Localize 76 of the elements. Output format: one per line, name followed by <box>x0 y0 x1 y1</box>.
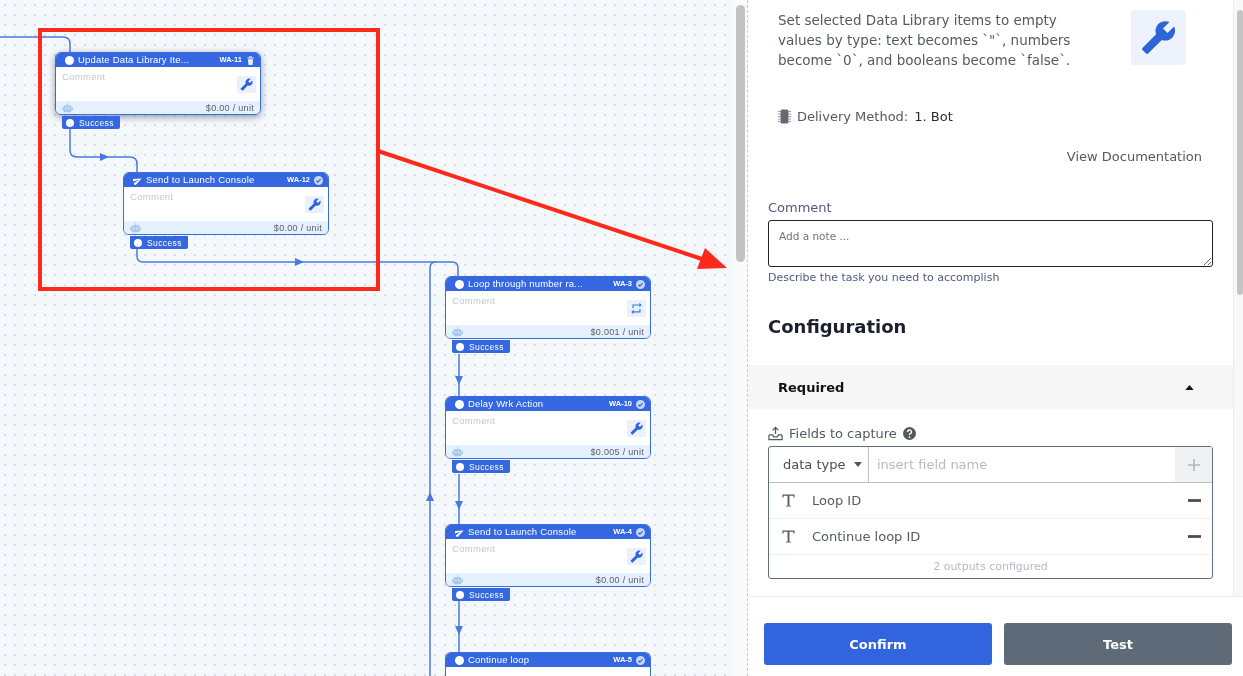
caret-down-icon <box>854 462 862 467</box>
output-port[interactable]: Success <box>452 588 510 601</box>
check-circle-icon <box>636 655 645 665</box>
output-port[interactable]: Success <box>130 236 188 249</box>
node-price: $0.00 / unit <box>595 574 644 585</box>
scrollbar-thumb[interactable] <box>1237 10 1243 295</box>
connector <box>69 128 138 173</box>
circle-icon <box>456 342 464 351</box>
field-name: Loop ID <box>812 493 863 508</box>
delivery-label: Delivery Method: <box>797 108 909 124</box>
circle-icon <box>456 590 464 599</box>
output-port[interactable]: Success <box>452 340 510 353</box>
repeat-icon <box>627 299 646 317</box>
circle-icon <box>455 279 464 289</box>
check-circle-icon <box>314 175 323 185</box>
connector <box>455 473 463 525</box>
wrench-icon <box>627 419 646 437</box>
circle-icon <box>66 118 74 127</box>
wrench-icon <box>627 547 646 565</box>
text-type-icon <box>782 530 795 543</box>
fields-summary: 2 outputs configured <box>932 559 1049 575</box>
output-port[interactable]: Success <box>62 116 120 129</box>
field-name: Continue loop ID <box>812 529 922 544</box>
wrench-icon <box>305 195 324 213</box>
node-price: $0.001 / unit <box>590 326 644 337</box>
minus-icon <box>1188 499 1201 502</box>
documentation-link[interactable]: View Documentation <box>1066 148 1202 164</box>
robot-icon <box>452 574 463 585</box>
circle-icon <box>456 462 464 471</box>
connector <box>0 36 71 53</box>
node-title: Send to Launch Console <box>468 525 578 539</box>
action-description: Set selected Data Library items to empty values by type: text becomes `"`, numbers become `0`, and booleans become `false`. <box>778 11 1072 70</box>
comment-input[interactable]: Add a note ... <box>768 220 1213 267</box>
action-button[interactable]: Test <box>1004 623 1232 665</box>
comment-label: Comment <box>768 200 833 216</box>
node-title: Continue loop <box>468 653 531 667</box>
trash-icon[interactable] <box>246 55 255 65</box>
add-field-button[interactable] <box>1175 447 1212 482</box>
connector <box>455 353 463 397</box>
remove-field-button[interactable] <box>1188 535 1201 538</box>
node-title: Loop through number ra... <box>468 277 584 291</box>
robot-icon <box>62 102 73 113</box>
remove-field-button[interactable] <box>1188 499 1201 502</box>
wrench-icon <box>237 75 256 93</box>
minus-icon <box>1188 535 1201 538</box>
check-circle-icon <box>636 279 645 289</box>
fields-label: Fields to capture <box>789 425 897 441</box>
comment-hint: Describe the task you need to accomplish <box>768 271 1001 285</box>
circle-icon <box>134 238 142 247</box>
node-title: Delay Wrk Action <box>468 397 545 411</box>
section-heading: Configuration <box>768 315 908 339</box>
circle-icon <box>455 655 464 665</box>
action-button[interactable]: Confirm <box>764 623 992 665</box>
robot-icon <box>452 446 463 457</box>
check-circle-icon <box>636 399 645 409</box>
help-icon[interactable] <box>902 426 916 440</box>
plus-icon <box>1187 458 1200 471</box>
check-circle-icon <box>636 527 645 537</box>
circle-icon <box>455 399 464 409</box>
required-section-toggle[interactable]: Required <box>748 365 1233 409</box>
node-price: $0.00 / unit <box>273 222 322 233</box>
output-port[interactable]: Success <box>452 460 510 473</box>
node-price: $0.00 / unit <box>205 102 254 113</box>
scrollbar-thumb[interactable] <box>735 5 745 262</box>
node-title: Send to Launch Console <box>146 173 256 187</box>
circle-icon <box>65 55 74 65</box>
connector <box>455 600 463 653</box>
robot-icon <box>452 326 463 337</box>
tray-upload-icon <box>768 425 783 441</box>
delivery-value: 1. Bot <box>914 108 953 124</box>
robot-icon <box>130 222 141 233</box>
text-type-icon <box>782 494 795 507</box>
chip-icon <box>778 108 791 124</box>
node-price: $0.005 / unit <box>590 446 644 457</box>
node-title: Update Data Library Ite... <box>78 53 191 67</box>
wrench-icon <box>1131 10 1186 65</box>
